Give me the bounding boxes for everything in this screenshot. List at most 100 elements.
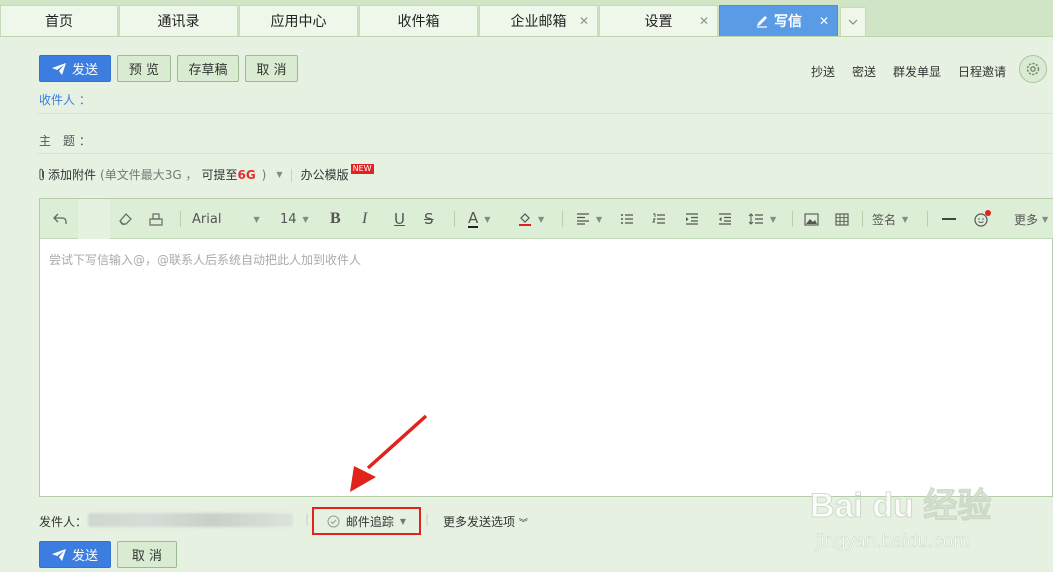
editor-placeholder: 尝试下写信输入@，@联系人后系统自动把此人加到收件人: [49, 253, 362, 267]
highlight-color-button[interactable]: ▼: [518, 199, 544, 239]
chevron-down-icon: ▼: [770, 214, 777, 224]
bold-button[interactable]: B: [330, 199, 341, 239]
line-height-button[interactable]: ▼: [748, 199, 776, 239]
strikethrough-button[interactable]: S: [424, 199, 434, 239]
cc-link[interactable]: 抄送: [811, 63, 835, 80]
more-tools-button[interactable]: 更多 ▼: [1014, 199, 1048, 239]
tab-enterprise-mail[interactable]: 企业邮箱 ✕: [479, 5, 598, 36]
settings-button[interactable]: [1019, 55, 1047, 83]
line-height-icon: [748, 213, 763, 225]
paperclip-icon: [39, 168, 44, 181]
more-send-options-link[interactable]: 更多发送选项 ︾: [443, 513, 528, 530]
emoji-button[interactable]: [973, 199, 991, 239]
baidu-jingyan-watermark: Bai du 经验 jingyan.baidu.com: [810, 456, 992, 552]
eraser-icon: [119, 213, 132, 226]
cancel-button-bottom[interactable]: 取 消: [117, 541, 177, 568]
office-template-link[interactable]: 办公模版: [301, 166, 349, 183]
paint-bucket-icon: [519, 213, 531, 226]
more-send-options-label: 更多发送选项: [443, 515, 516, 529]
subject-label: 主 题 ：: [39, 134, 91, 148]
tab-label: 通讯录: [157, 14, 200, 30]
send-button[interactable]: 发送: [39, 55, 111, 82]
align-button[interactable]: ▼: [576, 199, 602, 239]
close-icon[interactable]: ✕: [579, 14, 589, 28]
outdent-icon: [719, 213, 731, 225]
tab-label: 写信: [774, 14, 802, 30]
horizontal-line-icon: [942, 218, 956, 220]
mail-tracking-toggle[interactable]: 邮件追踪 ▼: [312, 507, 421, 535]
indent-button[interactable]: [685, 199, 699, 239]
chevron-down-icon: ▼: [1042, 214, 1049, 224]
divider: [562, 211, 563, 227]
cancel-label: 取 消: [131, 549, 163, 564]
watermark-brand: Bai du 经验: [810, 486, 991, 525]
italic-button[interactable]: I: [362, 199, 367, 239]
send-label: 发送: [71, 549, 98, 564]
paper-plane-icon: [51, 548, 66, 561]
tab-overflow-button[interactable]: [840, 7, 866, 36]
cancel-button[interactable]: 取 消: [245, 55, 298, 82]
chevron-down-icon: [848, 19, 858, 25]
editor-toolbar: Arial ▼ 14 ▼ B I U S A ▼ ▼ ▼ ▼ 签名 ▼ 更多 ▼: [40, 199, 1053, 239]
underline-button[interactable]: U: [394, 199, 405, 239]
sender-label: 发件人：: [39, 515, 88, 529]
chevron-down-icon: ▼: [484, 214, 491, 224]
divider: [454, 211, 455, 227]
preview-label: 预 览: [128, 63, 160, 78]
attachment-row: 添加附件 (单文件最大3G ， 可提至 6G ) ▼ | 办公模版 NEW: [38, 163, 374, 183]
align-left-icon: [577, 213, 589, 225]
recipient-input[interactable]: [100, 86, 1050, 110]
tab-settings[interactable]: 设置 ✕: [599, 5, 718, 36]
chevron-down-icon: ▼: [902, 214, 909, 224]
tab-home[interactable]: 首页: [0, 5, 118, 36]
numbered-list-button[interactable]: [652, 199, 666, 239]
undo-button[interactable]: [52, 199, 68, 239]
chevron-down-icon[interactable]: ▼: [276, 170, 282, 179]
gear-icon: [1026, 62, 1040, 76]
insert-table-button[interactable]: [835, 199, 849, 239]
font-size-select[interactable]: 14 ▼: [280, 199, 309, 239]
separator: |: [425, 512, 430, 526]
bullet-list-button[interactable]: [620, 199, 634, 239]
save-draft-button[interactable]: 存草稿: [177, 55, 239, 82]
divider: [792, 211, 793, 227]
close-icon[interactable]: ✕: [699, 14, 709, 28]
subject-input[interactable]: [100, 127, 1050, 151]
check-circle-icon: [327, 515, 340, 527]
outdent-button[interactable]: [718, 199, 732, 239]
chevron-down-icon: ▼: [596, 214, 603, 224]
preview-button[interactable]: 预 览: [117, 55, 171, 82]
redo-button[interactable]: [78, 199, 110, 239]
close-icon[interactable]: ✕: [819, 14, 829, 28]
more-tools-label: 更多: [1014, 212, 1039, 227]
chevron-down-icon: ▼: [302, 214, 309, 224]
tab-inbox[interactable]: 收件箱: [359, 5, 478, 36]
tab-label: 首页: [45, 14, 73, 30]
divider: [862, 211, 863, 227]
horizontal-rule-button[interactable]: [942, 199, 956, 239]
numbered-list-icon: [652, 213, 665, 224]
image-icon: [804, 212, 819, 226]
font-family-select[interactable]: Arial ▼: [192, 199, 260, 239]
separator: |: [289, 167, 294, 182]
red-arrow-annotation: [350, 414, 428, 492]
font-family-value: Arial: [192, 211, 222, 227]
font-color-button[interactable]: A ▼: [468, 199, 490, 239]
send-button-bottom[interactable]: 发送: [39, 541, 111, 568]
sender-address[interactable]: [88, 513, 293, 527]
schedule-invite-link[interactable]: 日程邀请: [958, 63, 1006, 80]
chevron-down-icon: ▼: [253, 214, 260, 224]
add-attachment-link[interactable]: 添加附件: [48, 166, 96, 183]
undo-icon: [53, 213, 67, 224]
insert-image-button[interactable]: [804, 199, 819, 239]
tab-contacts[interactable]: 通讯录: [119, 5, 238, 36]
pencil-icon: [757, 16, 767, 28]
format-painter-button[interactable]: [148, 199, 164, 239]
clear-format-button[interactable]: [117, 199, 133, 239]
signature-select[interactable]: 签名 ▼: [872, 199, 908, 239]
tab-app-center[interactable]: 应用中心: [239, 5, 358, 36]
separate-send-link[interactable]: 群发单显: [893, 63, 941, 80]
bcc-link[interactable]: 密送: [852, 63, 876, 80]
tab-compose[interactable]: 写信 ✕: [719, 5, 838, 36]
double-chevron-down-icon: ︾: [518, 519, 528, 529]
